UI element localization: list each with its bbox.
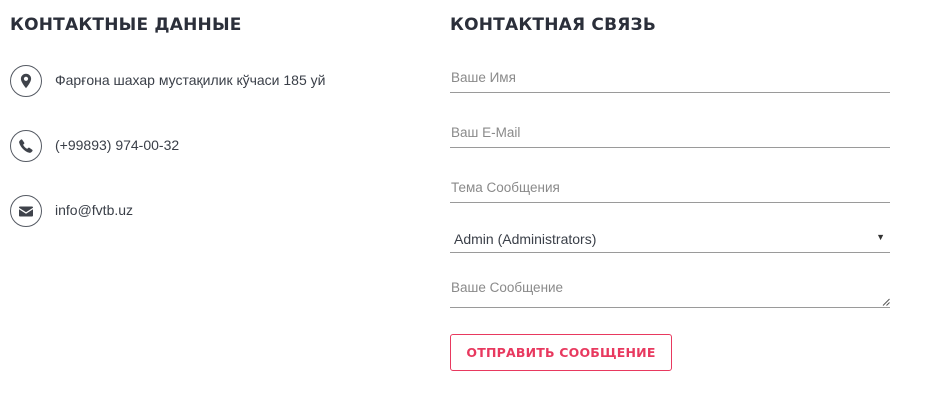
address-row: Фарғона шахар мустақилик кўчаси 185 уй [10, 65, 325, 97]
message-textarea[interactable] [450, 278, 890, 307]
contact-form-title: КОНТАКТНАЯ СВЯЗЬ [450, 15, 656, 35]
phone-row: (+99893) 974-00-32 [10, 130, 179, 162]
contact-details-section: КОНТАКТНЫЕ ДАННЫЕ Фарғона шахар мустақил… [10, 0, 430, 402]
contact-details-title: КОНТАКТНЫЕ ДАННЫЕ [10, 15, 242, 35]
phone-text[interactable]: (+99893) 974-00-32 [55, 137, 179, 153]
email-input[interactable] [450, 117, 890, 147]
envelope-icon [10, 195, 42, 227]
recipient-select[interactable]: Admin (Administrators) ▼ [450, 226, 890, 252]
dropdown-arrow-icon: ▼ [876, 232, 885, 242]
subject-input[interactable] [450, 172, 890, 202]
recipient-select-field: Admin (Administrators) ▼ [450, 226, 890, 253]
recipient-selected-value: Admin (Administrators) [454, 231, 597, 247]
email-row: info@fvtb.uz [10, 195, 133, 227]
contact-form-section: КОНТАКТНАЯ СВЯЗЬ Admin (Administrators) … [450, 0, 890, 402]
address-text: Фарғона шахар мустақилик кўчаси 185 уй [55, 72, 326, 88]
email-text[interactable]: info@fvtb.uz [55, 202, 133, 218]
message-field [450, 278, 890, 308]
map-marker-icon [10, 65, 42, 97]
name-input[interactable] [450, 62, 890, 92]
subject-field [450, 172, 890, 203]
resize-grip-icon[interactable] [882, 298, 890, 306]
send-message-button[interactable]: ОТПРАВИТЬ СООБЩЕНИЕ [450, 334, 672, 371]
phone-icon [10, 130, 42, 162]
email-field [450, 117, 890, 148]
name-field [450, 62, 890, 93]
